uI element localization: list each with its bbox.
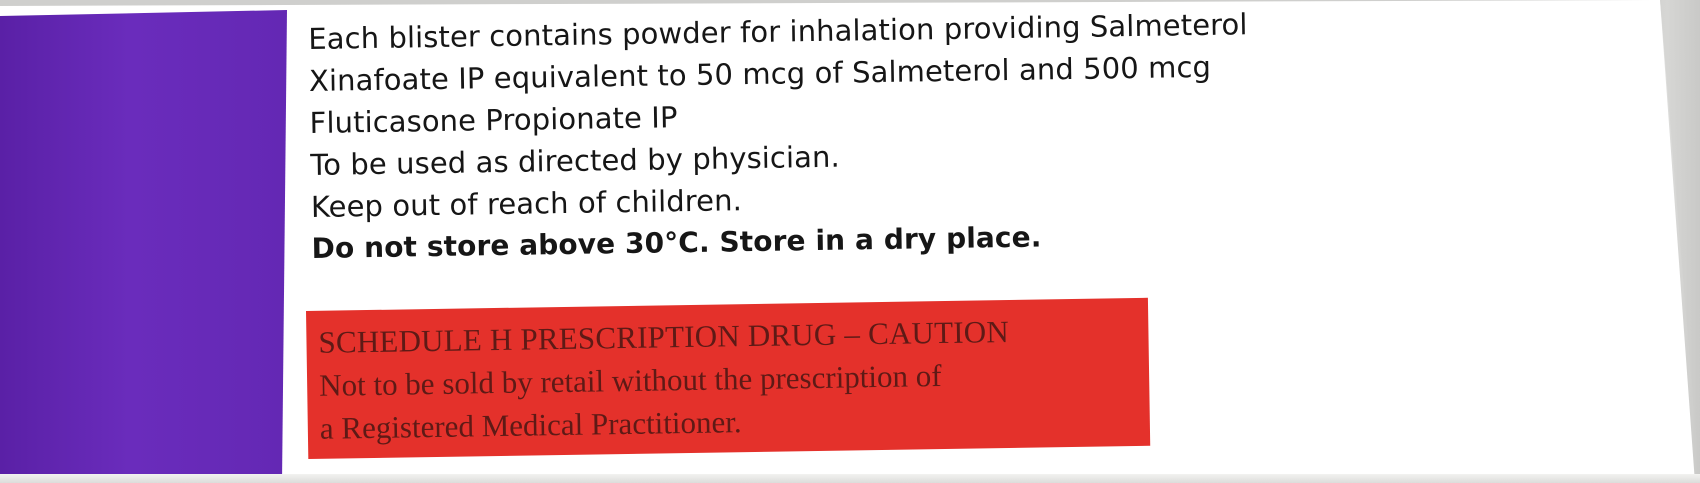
carton-bottom-edge — [0, 474, 1700, 483]
product-information: Each blister contains powder for inhalat… — [308, 2, 1312, 270]
schedule-h-caution-box: SCHEDULE H PRESCRIPTION DRUG – CAUTION N… — [306, 297, 1151, 459]
purple-color-band — [0, 10, 287, 483]
carton-photo: Each blister contains powder for inhalat… — [0, 0, 1700, 483]
